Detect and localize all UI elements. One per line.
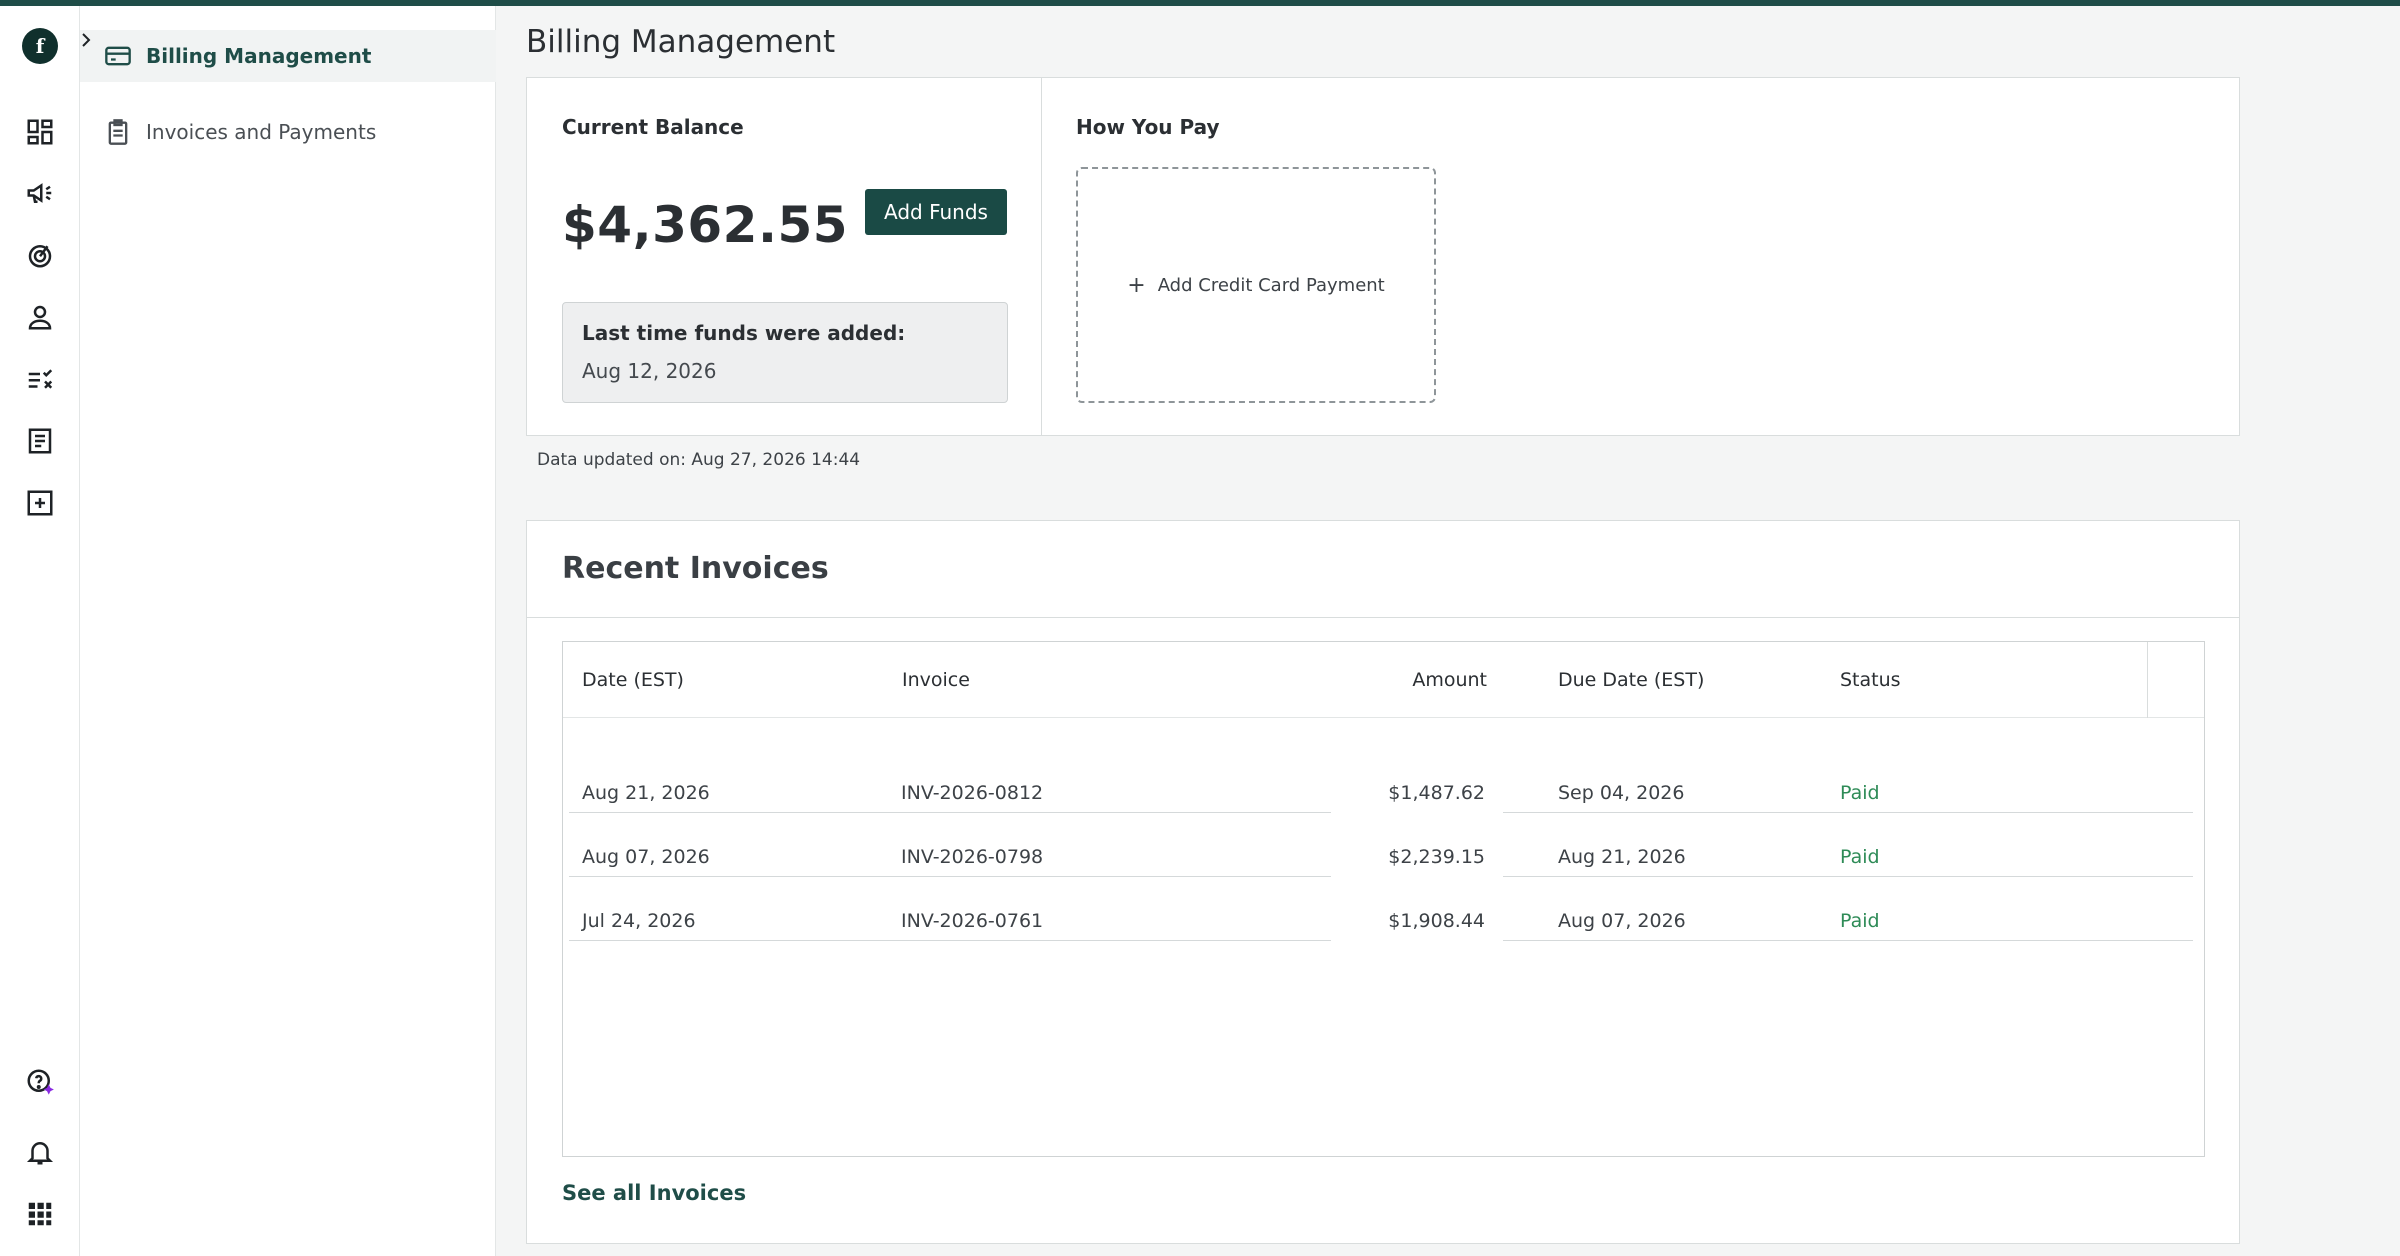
see-all-invoices-link[interactable]: See all Invoices — [562, 1181, 746, 1205]
cell-due-date: Aug 21, 2026 — [1558, 846, 1686, 868]
sub-navigation: Billing Management Invoices and Payments — [80, 6, 496, 1256]
add-report-icon[interactable] — [18, 481, 62, 525]
subnav-item-billing-management[interactable]: Billing Management — [80, 30, 496, 82]
cell-amount: $2,239.15 — [1388, 846, 1485, 868]
last-funds-date: Aug 12, 2026 — [582, 359, 717, 383]
current-balance-heading: Current Balance — [562, 115, 744, 139]
cell-date: Aug 07, 2026 — [582, 846, 710, 868]
header-divider — [2147, 642, 2148, 718]
dashboard-icon[interactable] — [18, 110, 62, 154]
cell-status: Paid — [1840, 782, 1880, 804]
column-header-date[interactable]: Date (EST) — [582, 669, 684, 691]
last-funds-label: Last time funds were added: — [582, 321, 906, 345]
balance-amount: $4,362.55 — [562, 196, 849, 254]
logo-letter: f — [35, 34, 45, 58]
bell-icon[interactable] — [18, 1130, 62, 1174]
table-header-row: Date (EST) Invoice Amount Due Date (EST)… — [563, 642, 2204, 718]
column-header-invoice[interactable]: Invoice — [902, 669, 970, 691]
recent-invoices-card: Recent Invoices Date (EST) Invoice Amoun… — [526, 520, 2240, 1244]
cell-due-date: Aug 07, 2026 — [1558, 910, 1686, 932]
add-funds-button[interactable]: Add Funds — [865, 189, 1007, 235]
cell-due-date: Sep 04, 2026 — [1558, 782, 1685, 804]
row-divider — [569, 812, 1331, 813]
column-header-status[interactable]: Status — [1840, 669, 1901, 691]
cell-invoice[interactable]: INV-2026-0812 — [901, 782, 1043, 804]
chevron-right-icon — [82, 33, 91, 47]
cell-status: Paid — [1840, 846, 1880, 868]
subnav-item-invoices-payments[interactable]: Invoices and Payments — [80, 106, 496, 158]
cell-amount: $1,908.44 — [1388, 910, 1485, 932]
app-logo[interactable]: f — [22, 28, 58, 64]
apps-grid-icon[interactable] — [18, 1192, 62, 1236]
expand-rail-toggle[interactable] — [78, 30, 94, 50]
row-divider — [569, 940, 1331, 941]
cell-status: Paid — [1840, 910, 1880, 932]
row-divider — [569, 876, 1331, 877]
cell-invoice[interactable]: INV-2026-0761 — [901, 910, 1043, 932]
card-divider — [1041, 78, 1042, 435]
row-divider — [1503, 812, 2193, 813]
cell-date: Aug 21, 2026 — [582, 782, 710, 804]
credit-card-icon — [104, 42, 132, 70]
column-header-due-date[interactable]: Due Date (EST) — [1558, 669, 1704, 691]
megaphone-icon[interactable] — [18, 171, 62, 215]
data-updated-timestamp: Data updated on: Aug 27, 2026 14:44 — [537, 450, 861, 470]
row-divider — [1503, 940, 2193, 941]
add-credit-card-button[interactable]: + Add Credit Card Payment — [1076, 167, 1436, 403]
page-title: Billing Management — [526, 24, 836, 60]
help-ai-icon[interactable] — [18, 1060, 62, 1104]
plus-icon: + — [1127, 272, 1146, 298]
target-icon[interactable] — [18, 233, 62, 277]
balance-card: Current Balance $4,362.55 Add Funds Last… — [526, 77, 2240, 436]
section-divider — [527, 617, 2239, 618]
person-icon[interactable] — [18, 295, 62, 339]
subnav-item-label: Billing Management — [146, 44, 372, 68]
last-funds-box: Last time funds were added: Aug 12, 2026 — [562, 302, 1008, 403]
cell-amount: $1,487.62 — [1388, 782, 1485, 804]
invoices-table: Date (EST) Invoice Amount Due Date (EST)… — [562, 641, 2205, 1157]
icon-rail: f — [0, 6, 80, 1256]
document-icon[interactable] — [18, 419, 62, 463]
cell-date: Jul 24, 2026 — [582, 910, 696, 932]
recent-invoices-title: Recent Invoices — [562, 551, 829, 586]
tasks-icon[interactable] — [18, 357, 62, 401]
row-divider — [1503, 876, 2193, 877]
add-credit-card-label: Add Credit Card Payment — [1157, 274, 1385, 296]
cell-invoice[interactable]: INV-2026-0798 — [901, 846, 1043, 868]
column-header-amount[interactable]: Amount — [1412, 669, 1487, 691]
subnav-item-label: Invoices and Payments — [146, 120, 377, 144]
clipboard-icon — [104, 118, 132, 146]
how-you-pay-heading: How You Pay — [1076, 115, 1220, 139]
